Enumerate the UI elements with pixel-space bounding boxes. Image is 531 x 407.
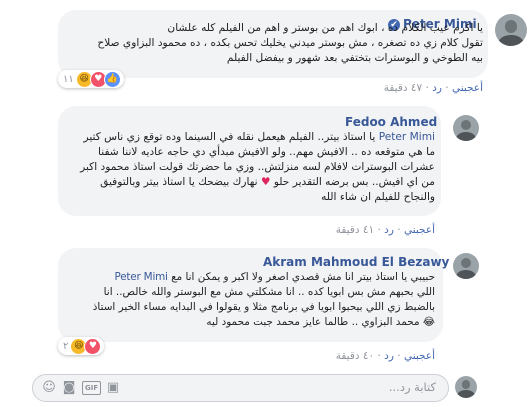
- peter-mimi-avatar[interactable]: [495, 14, 527, 46]
- comment-line-fedoo-1: Peter Mimi يا استاذ بيتر.. الفيلم هيعمل …: [83, 131, 435, 143]
- camera-icon[interactable]: ◙: [61, 380, 77, 396]
- comment-meta-peter: أعجبني · رد · ٤٧ دقيقة: [383, 82, 483, 94]
- mention-peter-mimi[interactable]: Peter Mimi: [379, 131, 435, 143]
- like-link[interactable]: أعجبني: [452, 82, 483, 94]
- comment-line-fedoo-4: من اي افيش.. بس برضه التقدير حلو ♥ نهارك…: [100, 176, 435, 188]
- comment-author-fedoo[interactable]: Fedoo Ahmed: [345, 115, 437, 129]
- akram-avatar[interactable]: [453, 253, 479, 279]
- reply-placeholder: كتابة رد...: [388, 380, 436, 394]
- comment-line-peter-2: تقول كلام زي ده تصغره ، مش بوستر ميدني ي…: [97, 37, 483, 49]
- comment-line-fedoo-3: عشرات البوسترات لافلام لسه منزلتش.. وزي …: [80, 161, 435, 173]
- sticker-icon[interactable]: ▣: [105, 380, 121, 396]
- like-link[interactable]: أعجبني: [404, 350, 435, 362]
- reaction-summary[interactable]: ٢ 😆 ♥: [58, 337, 105, 355]
- reply-link[interactable]: رد: [384, 350, 394, 362]
- laughing-emoji-icon: 😂: [422, 316, 435, 328]
- current-user-avatar: [455, 376, 477, 398]
- love-icon: ♥: [84, 337, 102, 355]
- reaction-summary[interactable]: ١١ 😆 ♥ 👍: [58, 70, 124, 88]
- comment-timestamp: ٤٠ دقيقة: [335, 350, 375, 362]
- comment-meta-fedoo: أعجبني · رد · ٤١ دقيقة: [335, 224, 435, 236]
- heart-icon: ♥: [260, 176, 271, 188]
- comment-line-akram-1: حبيبي يا استاذ بيتر انا مش قصدي اصغر ولا…: [114, 271, 436, 283]
- like-link[interactable]: أعجبني: [404, 224, 435, 236]
- comment-timestamp: ٤١ دقيقة: [335, 224, 375, 236]
- fedoo-ahmed-avatar[interactable]: [453, 115, 479, 141]
- like-icon: 👍: [103, 70, 121, 88]
- comment-line-fedoo-2: ما هي متوقعه ده .. الافيش مهم.. ولو الاف…: [98, 146, 435, 158]
- comment-meta-akram: أعجبني · رد · ٤٠ دقيقة: [335, 350, 435, 362]
- comment-author-akram[interactable]: Akram Mahmoud El Bezawy: [263, 255, 449, 269]
- comment-timestamp: ٤٧ دقيقة: [383, 82, 423, 94]
- comment-line-akram-3: بالضبط زي اللي بيحبوا ابويا في برنامج مث…: [92, 301, 436, 313]
- comment-line-peter-1: يا اكرم عيب الكلام ده ، ابوك اهم من بوست…: [167, 22, 483, 34]
- reply-link[interactable]: رد: [432, 82, 442, 94]
- mention-peter-mimi[interactable]: Peter Mimi: [115, 271, 168, 283]
- gif-icon[interactable]: GIF: [82, 381, 102, 395]
- comment-line-akram-2: اللي بحبهم مش بس ابويا كده .. انا مشكلتي…: [103, 286, 436, 298]
- emoji-icon[interactable]: ☺: [41, 380, 57, 396]
- reply-input[interactable]: ☺ ◙ GIF ▣ كتابة رد...: [32, 374, 449, 402]
- comment-line-fedoo-5: والنجاح للفيلم ان شاء الله: [321, 191, 435, 203]
- comment-line-akram-4: 😂 محمد البزاوي .. طالما عايز محمد جبت مح…: [206, 316, 435, 328]
- reply-link[interactable]: رد: [384, 224, 394, 236]
- comment-line-peter-3: بيه الطوخي و البوسترات بتختفي بعد شهور و…: [226, 52, 483, 64]
